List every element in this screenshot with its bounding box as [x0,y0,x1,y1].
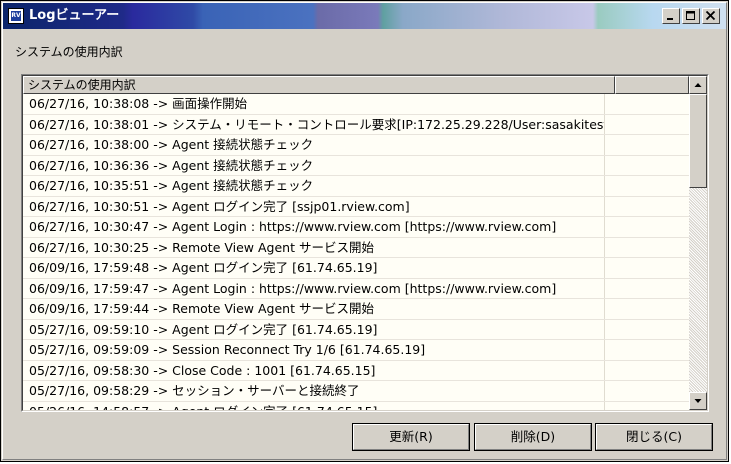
log-row[interactable]: 06/27/16, 10:38:00 -> Agent 接続状態チェック [23,135,689,156]
maximize-button[interactable] [682,8,700,24]
window-title: Logビューアー [29,8,120,23]
log-row[interactable]: 06/27/16, 10:36:36 -> Agent 接続状態チェック [23,155,689,176]
log-entry-text: 06/09/16, 17:59:44 -> Remote View Agent … [23,299,605,319]
log-entry-text: 06/27/16, 10:38:01 -> システム・リモート・コントロール要求… [23,114,605,134]
close-icon [705,11,716,21]
title-bar[interactable]: RV Logビューアー [3,3,726,29]
maximize-icon [686,11,695,20]
refresh-button[interactable]: 更新(R) [352,423,470,451]
log-entry-text: 06/27/16, 10:38:00 -> Agent 接続状態チェック [23,135,605,155]
log-entry-text: 06/27/16, 10:30:25 -> Remote View Agent … [23,237,605,257]
log-row[interactable]: 06/27/16, 10:38:01 -> システム・リモート・コントロール要求… [23,114,689,135]
log-list-frame: システムの使用内訳 06/27/16, 10:38:08 -> 画面操作開始 06… [22,75,708,411]
remote-view-app-icon[interactable]: RV [8,8,24,24]
close-button-label: 閉じる(C) [626,429,682,444]
title-bar-controls [660,8,720,25]
arrow-down-icon [694,399,702,403]
log-entry-text: 05/27/16, 09:58:30 -> Close Code : 1001 … [23,360,605,380]
close-window-button[interactable] [702,8,720,24]
refresh-button-label: 更新(R) [389,429,433,444]
log-row[interactable]: 06/27/16, 10:38:08 -> 画面操作開始 [23,94,689,115]
log-row[interactable]: 06/27/16, 10:35:51 -> Agent 接続状態チェック [23,176,689,197]
log-entry-text: 06/27/16, 10:36:36 -> Agent 接続状態チェック [23,155,605,175]
log-row[interactable]: 05/27/16, 09:59:09 -> Session Reconnect … [23,340,689,361]
log-row[interactable]: 06/27/16, 10:30:51 -> Agent ログイン完了 [ssjp… [23,196,689,217]
arrow-up-icon [694,83,702,87]
close-button[interactable]: 閉じる(C) [595,423,713,451]
log-entry-text: 05/27/16, 09:59:10 -> Agent ログイン完了 [61.7… [23,319,605,339]
scroll-down-button[interactable] [689,392,707,410]
list-body: 06/27/16, 10:38:08 -> 画面操作開始 06/27/16, 10… [23,94,689,410]
log-row[interactable]: 06/27/16, 10:30:47 -> Agent Login : http… [23,217,689,238]
log-row[interactable]: 05/27/16, 09:59:10 -> Agent ログイン完了 [61.7… [23,319,689,340]
log-row[interactable]: 05/27/16, 09:58:29 -> セッション・サーバーと接続終了 [23,381,689,402]
group-label: システムの使用内訳 [15,45,123,59]
delete-button-label: 削除(D) [510,429,556,444]
list-header: システムの使用内訳 [23,76,689,94]
log-entry-text: 06/27/16, 10:30:51 -> Agent ログイン完了 [ssjp… [23,196,605,216]
minimize-icon [667,18,673,20]
log-entry-text: 05/27/16, 09:59:09 -> Session Reconnect … [23,340,605,360]
column-header-blank[interactable] [615,76,689,94]
log-row[interactable]: 05/26/16, 14:58:57 -> Agent ログイン完了 [61.7… [23,401,689,410]
log-entry-text: 06/09/16, 17:59:47 -> Agent Login : http… [23,278,605,298]
minimize-button[interactable] [662,8,680,24]
log-entry-text: 06/27/16, 10:35:51 -> Agent 接続状態チェック [23,176,605,196]
log-row[interactable]: 06/09/16, 17:59:47 -> Agent Login : http… [23,278,689,299]
scrollbar-thumb[interactable] [689,94,707,188]
log-row[interactable]: 06/09/16, 17:59:48 -> Agent ログイン完了 [61.7… [23,258,689,279]
app-icon-label: RV [11,11,21,21]
log-row[interactable]: 05/27/16, 09:58:30 -> Close Code : 1001 … [23,360,689,381]
vertical-scrollbar[interactable] [689,76,707,410]
log-row[interactable]: 06/09/16, 17:59:44 -> Remote View Agent … [23,299,689,320]
log-entry-text: 05/26/16, 14:58:57 -> Agent ログイン完了 [61.7… [23,401,605,410]
column-header-usage[interactable]: システムの使用内訳 [23,76,615,94]
log-entry-text: 05/27/16, 09:58:29 -> セッション・サーバーと接続終了 [23,381,605,401]
scroll-up-button[interactable] [689,76,707,94]
log-row[interactable]: 06/27/16, 10:30:25 -> Remote View Agent … [23,237,689,258]
log-entry-text: 06/27/16, 10:30:47 -> Agent Login : http… [23,217,605,237]
log-entry-text: 06/09/16, 17:59:48 -> Agent ログイン完了 [61.7… [23,258,605,278]
delete-button[interactable]: 削除(D) [474,423,592,451]
log-viewer-window: RV Logビューアー システムの使用内訳 システムの使用内訳 06/27/16… [0,0,729,462]
log-list-view[interactable]: システムの使用内訳 06/27/16, 10:38:08 -> 画面操作開始 06… [21,74,709,412]
log-entry-text: 06/27/16, 10:38:08 -> 画面操作開始 [23,94,605,114]
